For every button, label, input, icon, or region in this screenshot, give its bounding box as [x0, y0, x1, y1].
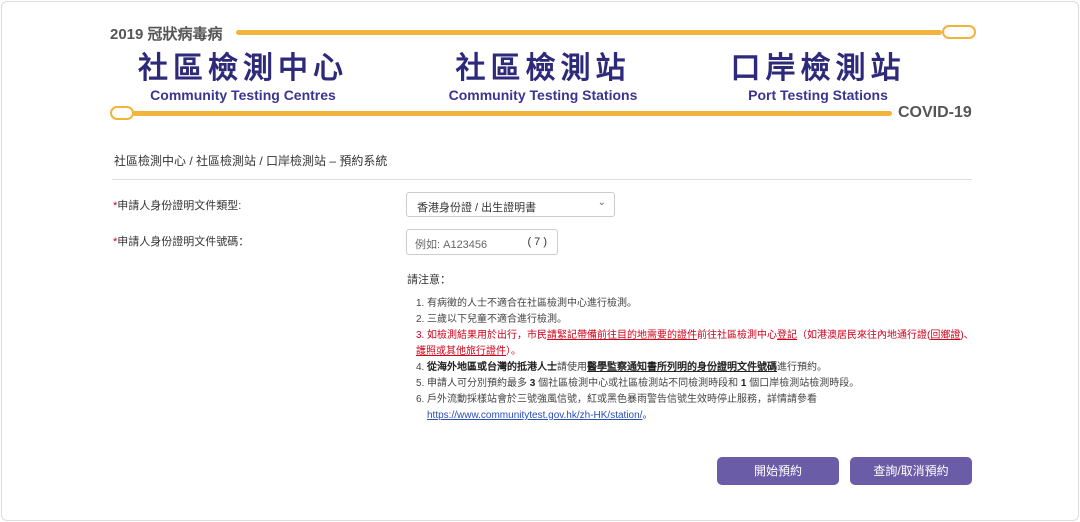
doc-no-label: *申請人身份證明文件號碼：: [113, 233, 249, 249]
item-number: 1.: [416, 298, 425, 309]
item-text: 醫學監察通知書所列明的身份證明文件號碼: [587, 362, 777, 373]
item-text: 戶外流動採樣站會於三號強風信號，紅或黑色暴雨警告信號生效時停止服務，詳情請參看: [427, 394, 817, 405]
check-digit-placeholder: ( 7 ): [527, 236, 547, 248]
item-text: 請緊記帶備前往目的地需要的證件: [547, 330, 697, 341]
item-text: 前往社區檢測中心: [697, 330, 777, 341]
item-text: 護照或其他旅行證件: [416, 346, 506, 357]
doc-type-value: 香港身份證 / 出生證明書: [417, 202, 537, 214]
swab-icon: [110, 106, 134, 120]
item-number: 5.: [416, 378, 425, 389]
doc-type-text: 申請人身份證明文件類型:: [117, 200, 242, 212]
notes-title: 請注意：: [407, 274, 451, 286]
title-en: Community Testing Centres: [150, 87, 336, 103]
doc-no-placeholder: 例如: A123456: [415, 239, 488, 251]
item-number: 4.: [416, 362, 425, 373]
banner-top-line: [236, 30, 942, 35]
item-text: 個社區檢測中心或社區檢測站不同檢測時段和: [535, 378, 741, 389]
title-port: 口岸檢測站 Port Testing Stations: [703, 51, 933, 103]
item-text: 回鄉證: [930, 330, 961, 341]
list-item: 5. 申請人可分別預約最多 3 個社區檢測中心或社區檢測站不同檢測時段和 1 個口…: [416, 376, 976, 392]
station-link[interactable]: https://www.communitytest.gov.hk/zh-HK/s…: [427, 410, 642, 421]
divider: [112, 179, 972, 180]
item-text: 個口岸檢測站檢測時段。: [746, 378, 860, 389]
list-item: 2. 三歲以下兒童不適合進行檢測。: [416, 312, 976, 328]
title-en: Port Testing Stations: [748, 87, 888, 103]
swab-icon: [942, 25, 976, 39]
item-text: 如檢測結果用於出行，市民: [427, 330, 547, 341]
doc-type-label: *申請人身份證明文件類型:: [113, 197, 241, 213]
item-text: 登記: [777, 330, 797, 341]
item-number: 3.: [416, 330, 425, 341]
item-number: 2.: [416, 314, 425, 325]
doc-type-select[interactable]: 香港身份證 / 出生證明書 ⌄: [406, 192, 615, 217]
item-text: （如港澳居民來往內地通行證(: [797, 330, 931, 341]
item-text: 有病徵的人士不適合在社區檢測中心進行檢測。: [427, 298, 637, 309]
breadcrumb: 社區檢測中心 / 社區檢測站 / 口岸檢測站 – 預約系統: [114, 154, 388, 168]
title-zh: 口岸檢測站: [730, 52, 906, 85]
notes-list: 1. 有病徵的人士不適合在社區檢測中心進行檢測。 2. 三歲以下兒童不適合進行檢測。…: [416, 296, 976, 424]
banner-covid-label: COVID-19: [898, 104, 972, 121]
list-item: 4. 從海外地區或台灣的抵港人士請使用醫學監察通知書所列明的身份證明文件號碼進行預…: [416, 360, 976, 376]
title-zh: 社區檢測站: [455, 52, 631, 85]
doc-no-text: 申請人身份證明文件號碼：: [117, 236, 250, 248]
item-text: 進行預約。: [777, 362, 827, 373]
banner-year-label: 2019 冠狀病毒病: [110, 26, 223, 43]
title-centres: 社區檢測中心 Community Testing Centres: [128, 51, 358, 103]
item-text: 三歲以下兒童不適合進行檢測。: [427, 314, 567, 325]
list-item: 3. 如檢測結果用於出行，市民請緊記帶備前往目的地需要的證件前往社區檢測中心登記（…: [416, 328, 976, 360]
title-en: Community Testing Stations: [448, 87, 638, 103]
title-stations: 社區檢測站 Community Testing Stations: [428, 51, 658, 103]
item-text: ）。: [506, 346, 521, 357]
title-zh: 社區檢測中心: [138, 52, 348, 85]
list-item: 6. 戶外流動採樣站會於三號強風信號，紅或黑色暴雨警告信號生效時停止服務，詳情請參…: [416, 392, 976, 424]
item-text: 請使用: [557, 362, 587, 373]
doc-no-input[interactable]: 例如: A123456 ( 7 ): [406, 229, 558, 255]
start-booking-button[interactable]: 開始預約: [717, 457, 839, 485]
item-text: 申請人可分別預約最多: [427, 378, 530, 389]
item-text: )、: [960, 330, 974, 341]
item-text: 從海外地區或台灣的抵港人士: [427, 362, 557, 373]
list-item: 1. 有病徵的人士不適合在社區檢測中心進行檢測。: [416, 296, 976, 312]
item-text: 。: [642, 410, 653, 421]
item-number: 6.: [416, 394, 425, 405]
chevron-down-icon: ⌄: [597, 197, 606, 208]
header-banner: 2019 冠狀病毒病 COVID-19 社區檢測中心 Community Tes…: [108, 18, 980, 128]
banner-bottom-line: [132, 111, 892, 116]
query-cancel-button[interactable]: 查詢/取消預約: [850, 457, 972, 485]
